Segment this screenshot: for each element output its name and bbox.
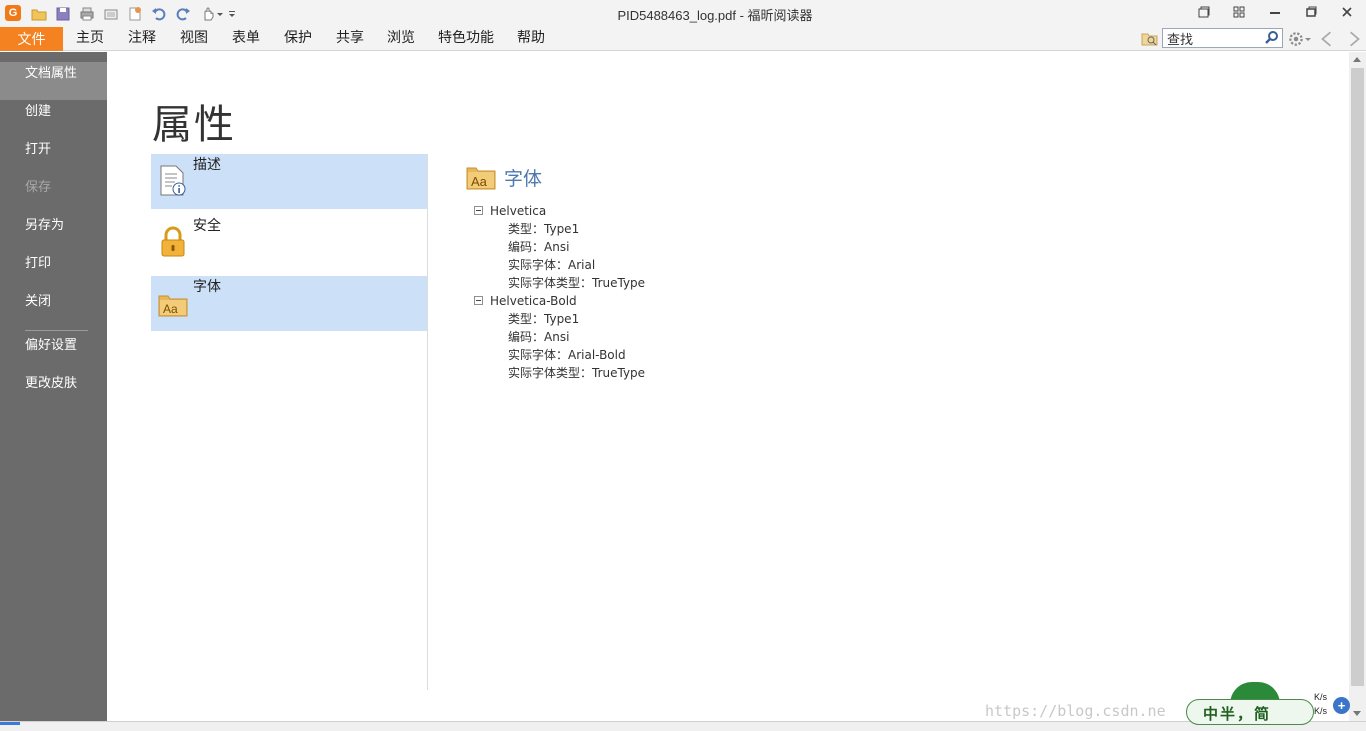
status-progress	[0, 722, 20, 725]
font-tree: Helvetica 类型：Type1 编码：Ansi 实际字体：Arial 实际…	[474, 202, 645, 382]
document-info-icon	[158, 165, 188, 197]
window-title: PID5488463_log.pdf - 福昕阅读器	[617, 8, 813, 23]
window-restore-icon[interactable]	[1190, 2, 1218, 22]
net-speed-up: K/s	[1314, 692, 1328, 702]
minimize-icon[interactable]	[1261, 2, 1289, 22]
font-folder-icon: Aa	[466, 164, 496, 190]
collapse-toggle-icon[interactable]	[474, 206, 483, 215]
backstage-sidebar: 文档属性 创建 打开 保存 另存为 打印 关闭 偏好设置 更改皮肤	[0, 52, 107, 721]
font-property: 类型：Type1	[508, 222, 580, 236]
sidebar-item-save[interactable]: 保存	[0, 176, 107, 214]
section-title: 字体	[504, 168, 543, 190]
close-icon[interactable]	[1333, 2, 1361, 22]
sidebar-item-change-skin[interactable]: 更改皮肤	[0, 372, 107, 410]
vertical-scrollbar[interactable]	[1349, 52, 1366, 721]
svg-text:Aa: Aa	[163, 302, 178, 316]
search-input[interactable]	[1163, 29, 1259, 48]
plus-icon[interactable]: +	[1333, 697, 1350, 714]
maximize-icon[interactable]	[1297, 2, 1325, 22]
folder-search-icon[interactable]	[1141, 30, 1159, 48]
collapse-toggle-icon[interactable]	[474, 296, 483, 305]
ime-status-bar[interactable]: 中半，简	[1186, 699, 1314, 725]
font-property: 实际字体类型：TrueType	[508, 276, 646, 290]
sidebar-item-create[interactable]: 创建	[0, 100, 107, 138]
font-property: 编码：Ansi	[508, 330, 570, 344]
sidebar-item-open[interactable]: 打开	[0, 138, 107, 176]
scroll-up-icon[interactable]	[1353, 57, 1361, 62]
menu-view[interactable]: 视图	[180, 27, 208, 51]
tab-fonts-label: 字体	[193, 279, 221, 295]
properties-page: 属性 描述 安全 Aa 字体 Aa 字体 Helvetica 类型：Type1 …	[107, 52, 1349, 721]
font-property: 编码：Ansi	[508, 240, 570, 254]
font-property: 实际字体类型：TrueType	[508, 366, 646, 380]
menu-form[interactable]: 表单	[232, 27, 260, 51]
tab-description[interactable]: 描述	[151, 154, 427, 209]
status-bar	[0, 721, 1366, 731]
search-icon[interactable]	[1264, 30, 1280, 46]
properties-tab-panel: 描述 安全 Aa 字体	[151, 154, 428, 690]
menu-home[interactable]: 主页	[76, 27, 104, 51]
tab-fonts[interactable]: Aa 字体	[151, 276, 427, 331]
net-speed-down: K/s	[1314, 706, 1328, 716]
scroll-thumb[interactable]	[1351, 68, 1364, 686]
nav-back-icon[interactable]	[1318, 30, 1336, 48]
sidebar-item-print[interactable]: 打印	[0, 252, 107, 290]
sidebar-item-save-as[interactable]: 另存为	[0, 214, 107, 252]
menu-bar: 文件 主页 注释 视图 表单 保护 共享 浏览 特色功能 帮助	[0, 27, 1366, 51]
svg-text:Aa: Aa	[471, 174, 488, 189]
menu-help[interactable]: 帮助	[517, 27, 545, 51]
search-field[interactable]	[1162, 28, 1283, 48]
layout-grid-icon[interactable]	[1225, 2, 1253, 22]
tab-security[interactable]: 安全	[151, 215, 427, 270]
menu-share[interactable]: 共享	[336, 27, 364, 51]
font-property: 实际字体：Arial	[508, 258, 596, 272]
font-property: 实际字体：Arial-Bold	[508, 348, 626, 362]
scroll-down-icon[interactable]	[1353, 711, 1361, 716]
font-name: Helvetica-Bold	[490, 294, 577, 308]
page-title: 属性	[152, 102, 236, 148]
lock-icon	[158, 226, 188, 258]
menu-comment[interactable]: 注释	[128, 27, 156, 51]
tree-node-font[interactable]: Helvetica-Bold	[474, 292, 645, 310]
watermark-text: https://blog.csdn.ne	[985, 702, 1166, 720]
menu-protect[interactable]: 保护	[284, 27, 312, 51]
menu-file[interactable]: 文件	[0, 27, 63, 51]
nav-forward-icon[interactable]	[1345, 30, 1363, 48]
font-name: Helvetica	[490, 204, 547, 218]
tab-security-label: 安全	[193, 218, 221, 234]
sidebar-item-close[interactable]: 关闭	[0, 290, 107, 328]
tab-description-label: 描述	[193, 157, 221, 173]
sidebar-item-preferences[interactable]: 偏好设置	[0, 334, 107, 372]
chevron-down-icon[interactable]	[1303, 30, 1313, 48]
menu-features[interactable]: 特色功能	[438, 27, 494, 51]
ime-status-text: 中半，简	[1203, 705, 1272, 723]
sidebar-item-document-properties[interactable]: 文档属性	[0, 62, 107, 100]
sidebar-divider	[25, 330, 88, 331]
title-bar: G PID5488463_log.pdf - 福昕阅读器	[0, 0, 1366, 27]
tree-node-font[interactable]: Helvetica	[474, 202, 645, 220]
font-property: 类型：Type1	[508, 312, 580, 326]
font-folder-icon: Aa	[158, 287, 188, 319]
net-speed-readout: K/s K/s	[1314, 690, 1327, 718]
menu-browse[interactable]: 浏览	[387, 27, 415, 51]
